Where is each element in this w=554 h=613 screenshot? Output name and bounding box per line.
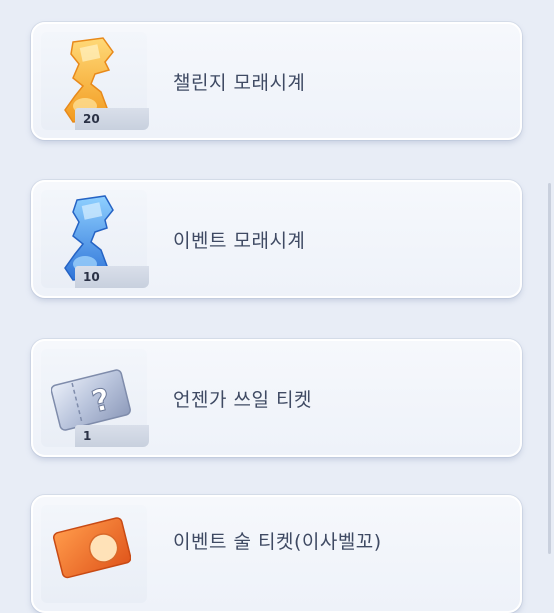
item-thumbnail: 10 [41, 190, 149, 288]
item-card-challenge-hourglass[interactable]: 20 챌린지 모래시계 [31, 22, 522, 140]
item-card-event-hourglass[interactable]: 10 이벤트 모래시계 [31, 180, 522, 298]
item-card-event-ticket[interactable]: 이벤트 술 티켓(이사벨꼬) [31, 495, 522, 613]
item-name: 언젠가 쓰일 티켓 [173, 388, 312, 411]
item-name: 챌린지 모래시계 [173, 71, 306, 94]
item-count: 20 [75, 108, 149, 130]
item-card-someday-ticket[interactable]: ? 1 언젠가 쓰일 티켓 [31, 339, 522, 457]
scrollbar[interactable] [548, 183, 551, 554]
item-thumbnail: ? 1 [41, 349, 149, 447]
item-count: 10 [75, 266, 149, 288]
item-name: 이벤트 모래시계 [173, 229, 306, 252]
orange-ticket-icon [52, 517, 131, 579]
item-thumbnail [41, 505, 147, 603]
item-name: 이벤트 술 티켓(이사벨꼬) [173, 531, 382, 553]
item-count: 1 [75, 425, 149, 447]
item-thumbnail: 20 [41, 32, 149, 130]
